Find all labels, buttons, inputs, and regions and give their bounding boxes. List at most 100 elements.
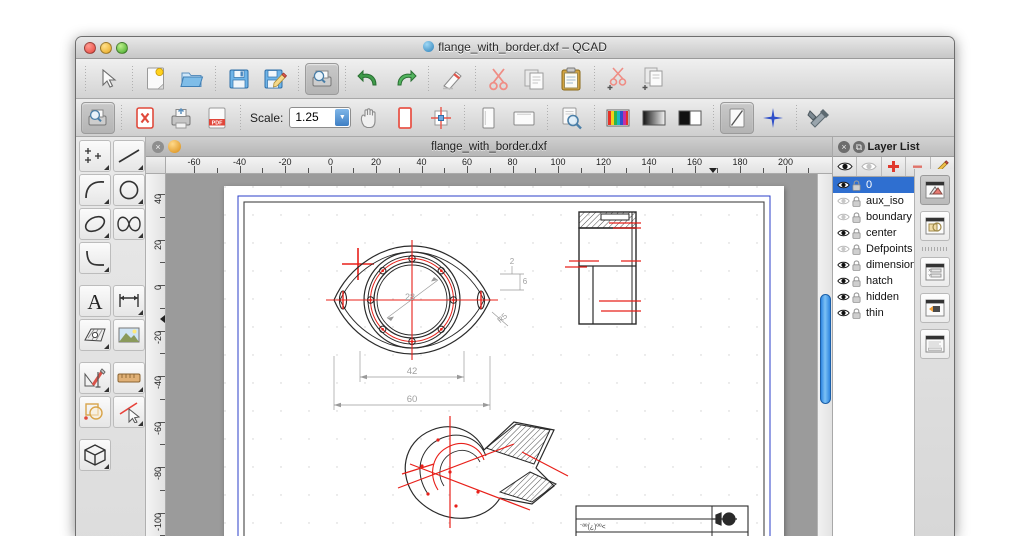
copy-icon[interactable] xyxy=(518,63,552,95)
layer-visibility-icon[interactable] xyxy=(837,196,850,206)
show-paper-borders-icon[interactable] xyxy=(388,102,422,134)
ruler-label: 40 xyxy=(416,157,427,167)
layer-lock-icon[interactable] xyxy=(852,275,861,287)
svg-text:A: A xyxy=(87,290,103,312)
layer-visibility-icon[interactable] xyxy=(837,244,850,254)
erase-icon[interactable] xyxy=(435,63,469,95)
view-dock-icon[interactable] xyxy=(919,293,950,323)
color-mode-bw-icon[interactable] xyxy=(673,102,707,134)
command-line-dock-icon[interactable] xyxy=(919,329,950,359)
export-pdf-icon[interactable]: PDF xyxy=(200,102,234,134)
page-landscape-icon[interactable] xyxy=(507,102,541,134)
layer-visibility-icon[interactable] xyxy=(837,212,850,222)
hatch-tool-icon[interactable] xyxy=(79,319,111,351)
circle-tool-icon[interactable] xyxy=(113,174,145,206)
layer-lock-icon[interactable] xyxy=(852,291,861,303)
image-tool-icon[interactable] xyxy=(113,319,145,351)
layer-list-dock-icon[interactable] xyxy=(919,175,950,205)
layer-name: Defpoints xyxy=(866,243,913,255)
trim-tool-icon[interactable] xyxy=(113,396,145,428)
modify-tool-icon[interactable] xyxy=(79,362,111,394)
ruler-tick xyxy=(160,353,165,355)
close-preview-icon[interactable] xyxy=(128,102,162,134)
color-mode-full-icon[interactable] xyxy=(601,102,635,134)
ruler-label: -40 xyxy=(153,376,163,390)
layer-lock-icon[interactable] xyxy=(852,179,861,191)
layer-lock-icon[interactable] xyxy=(852,307,861,319)
redo-icon[interactable] xyxy=(388,63,422,95)
block-list-dock-icon[interactable] xyxy=(919,211,950,241)
add-layer-button[interactable] xyxy=(882,157,907,176)
dim-6: 6 xyxy=(523,277,528,286)
vertical-ruler[interactable]: 40200-20-40-60-80-100-120 xyxy=(146,174,166,536)
open-file-icon[interactable] xyxy=(175,63,209,95)
document-tab[interactable]: × flange_with_border.dxf xyxy=(146,137,832,157)
point-tool-icon[interactable] xyxy=(79,140,111,172)
ruler-tick xyxy=(489,168,491,173)
paste-icon[interactable] xyxy=(554,63,588,95)
toolbar-separator xyxy=(547,104,549,131)
document-tab-label: flange_with_border.dxf xyxy=(431,140,547,153)
snap-tool-icon[interactable] xyxy=(79,396,111,428)
property-editor-dock-icon[interactable]: XY xyxy=(919,257,950,287)
window-title: flange_with_border.dxf – QCAD xyxy=(76,40,954,54)
ruler-tick xyxy=(762,168,764,173)
cut-icon[interactable] xyxy=(482,63,516,95)
ruler-tick xyxy=(512,166,514,173)
layer-visibility-icon[interactable] xyxy=(837,180,850,190)
layer-visibility-icon[interactable] xyxy=(837,276,850,286)
ruler-tick xyxy=(194,166,195,173)
layer-visibility-icon[interactable] xyxy=(837,308,850,318)
isometric-tool-icon[interactable] xyxy=(79,439,111,471)
tools-icon[interactable] xyxy=(803,102,837,134)
drawing-svg: 28 42 60 2 6 R5 ¨ªº(¿)ºº< xyxy=(224,186,784,536)
dimension-tool-icon[interactable] xyxy=(113,285,145,317)
layer-lock-icon[interactable] xyxy=(852,195,861,207)
print-preview-icon[interactable] xyxy=(305,62,339,95)
vertical-scrollbar[interactable] xyxy=(817,174,832,536)
window-titlebar[interactable]: flange_with_border.dxf – QCAD xyxy=(76,37,954,59)
undo-icon[interactable] xyxy=(352,63,386,95)
select-cursor-icon[interactable] xyxy=(92,63,126,95)
ruler-label: 20 xyxy=(370,157,382,167)
new-file-icon[interactable] xyxy=(139,63,173,95)
show-all-layers-button[interactable] xyxy=(833,157,858,176)
ruler-tick xyxy=(353,168,355,173)
scale-input[interactable]: 1.25 ▼ xyxy=(289,107,352,128)
layer-visibility-icon[interactable] xyxy=(837,228,850,238)
polyline-tool-icon[interactable] xyxy=(79,242,111,274)
page-portrait-icon[interactable] xyxy=(471,102,505,134)
arc-tool-icon[interactable] xyxy=(79,174,111,206)
layer-lock-icon[interactable] xyxy=(852,243,861,255)
drawing-canvas[interactable]: 28 42 60 2 6 R5 ¨ªº(¿)ºº< xyxy=(166,174,817,536)
measure-tool-icon[interactable] xyxy=(113,362,145,394)
draft-mode-icon[interactable] xyxy=(720,101,755,134)
center-drawing-icon[interactable] xyxy=(424,102,458,134)
layer-lock-icon[interactable] xyxy=(852,211,861,223)
snap-settings-icon[interactable] xyxy=(756,102,790,134)
ruler-tick xyxy=(307,168,309,173)
color-mode-gray-icon[interactable] xyxy=(637,102,671,134)
line-tool-icon[interactable] xyxy=(113,140,145,172)
horizontal-ruler[interactable]: -60 -40 -20 0 20 40 60 80 100 120 140 160 180 200 xyxy=(166,157,832,174)
zoom-to-page-icon[interactable] xyxy=(554,102,588,134)
text-tool-icon[interactable]: A xyxy=(79,285,111,317)
save-file-icon[interactable] xyxy=(222,63,256,95)
layer-lock-icon[interactable] xyxy=(852,227,861,239)
print-icon[interactable] xyxy=(164,102,198,134)
ellipse-tool-icon[interactable] xyxy=(79,208,111,240)
spline-tool-icon[interactable] xyxy=(113,208,145,240)
document-area: × flange_with_border.dxf -60 -40 -20 0 20 40 6… xyxy=(146,137,832,536)
hide-all-layers-button[interactable] xyxy=(857,157,882,176)
print-preview-toggle-icon[interactable] xyxy=(81,101,115,134)
layer-visibility-icon[interactable] xyxy=(837,292,850,302)
scrollbar-thumb[interactable] xyxy=(820,294,831,404)
submenu-arrow-icon xyxy=(104,199,109,204)
layer-visibility-icon[interactable] xyxy=(837,260,850,270)
pan-drawing-icon[interactable] xyxy=(352,102,386,134)
cut-with-reference-icon[interactable] xyxy=(601,63,635,95)
save-as-file-icon[interactable] xyxy=(258,63,292,95)
layer-lock-icon[interactable] xyxy=(852,259,861,271)
chevron-down-icon[interactable]: ▼ xyxy=(335,109,350,126)
copy-with-reference-icon[interactable] xyxy=(637,63,671,95)
